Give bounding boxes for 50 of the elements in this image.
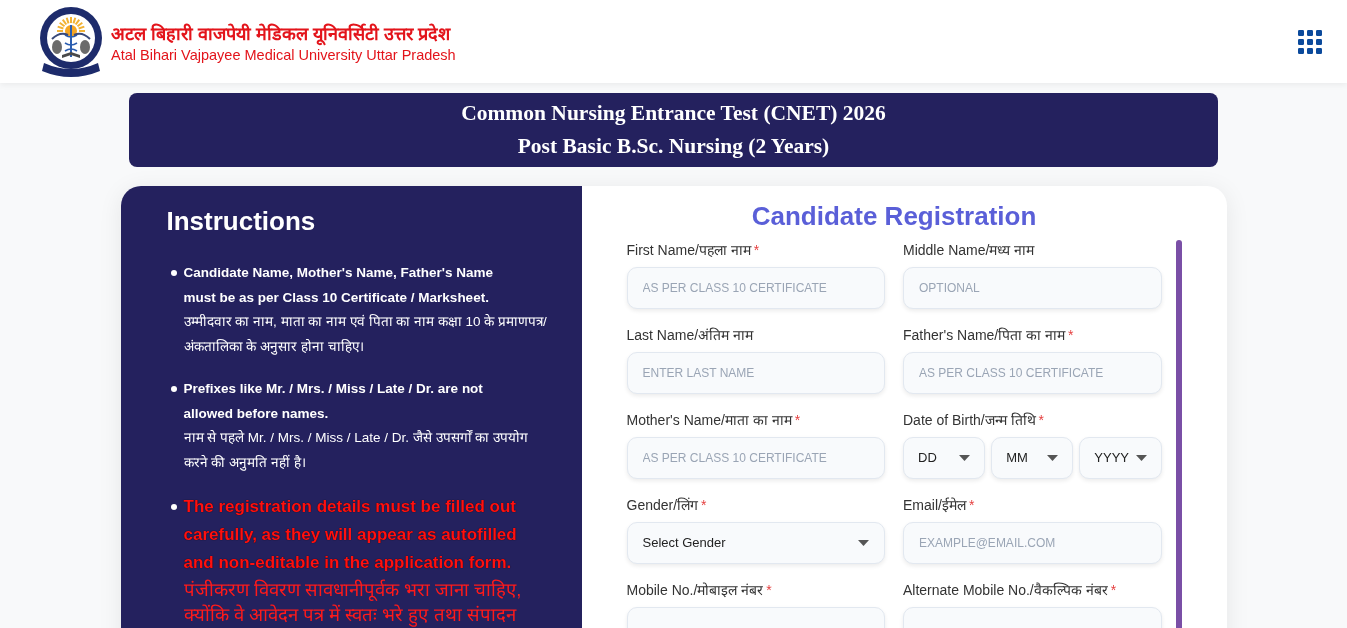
university-title-hindi: अटल बिहारी वाजपेयी मेडिकल यूनिवर्सिटी उत्तर प्रदेश: [111, 22, 452, 46]
field-label: Mother's Name/माता का नाम: [626, 411, 792, 430]
caret-icon: [858, 540, 869, 546]
caret-icon: [1047, 455, 1059, 461]
required-mark: *: [766, 581, 772, 600]
field-label: Alternate Mobile No./वैकल्पिक नंबर: [903, 581, 1108, 600]
banner-title-line: Common Nursing Entrance Test (CNET) 2026: [461, 100, 886, 127]
field-label: Gender/लिंग: [626, 496, 699, 515]
field-label: Date of Birth/जन्म तिथि: [903, 411, 1036, 430]
field-label: Mobile No./मोबाइल नंबर: [626, 581, 764, 600]
instruction-text-hindi: उम्मीदवार का नाम, माता का नाम एवं पिता का नाम कक्षा 10 के प्रमाणपत्र/ अंकतालिका के अनुसार होना चाहिए।: [183, 313, 548, 357]
field-label: Father's Name/पिता का नाम: [903, 326, 1066, 345]
university-title-english: Atal Bihari Vajpayee Medical University Uttar Pradesh: [111, 46, 456, 64]
text-input[interactable]: ENTER LAST NAME: [626, 352, 885, 394]
required-mark: *: [1110, 581, 1117, 600]
required-mark: *: [968, 496, 975, 515]
caret-icon: [1135, 455, 1147, 461]
text-input[interactable]: AS PER CLASS 10 CERTIFICATE: [626, 267, 885, 309]
field-label: Last Name/अंतिम नाम: [626, 326, 753, 345]
instruction-text: The registration details must be filled out carefully, as they will appear as autofilled and non-editable in the application form.: [183, 496, 518, 574]
bullet-icon: [170, 270, 177, 276]
text-input[interactable]: AS PER CLASS 10 CERTIFICATE: [903, 352, 1162, 394]
date-part-select[interactable]: MM: [991, 437, 1074, 479]
field-label: First Name/पहला नाम: [626, 241, 751, 260]
required-mark: *: [753, 241, 760, 260]
bullet-icon: [170, 504, 177, 510]
required-mark: *: [701, 496, 707, 515]
instruction-text-hindi: पंजीकरण विवरण सावधानीपूर्वक भरा जाना चाहिए, क्योंकि वे आवेदन पत्र में स्वतः भरे हुए तथा संपादन: [183, 578, 523, 627]
instruction-text: Prefixes like Mr. / Mrs. / Miss / Late / Dr. are not allowed before names.: [183, 380, 484, 423]
banner-title-line: Post Basic B.Sc. Nursing (2 Years): [517, 133, 830, 160]
text-input[interactable]: EXAMPLE@EMAIL.COM: [903, 522, 1162, 564]
date-part-select[interactable]: DD: [903, 437, 986, 479]
caret-icon: [959, 455, 971, 461]
required-mark: *: [794, 411, 801, 430]
registration-title: Candidate Registration: [750, 200, 1038, 232]
circular-emblem-icon: [38, 4, 104, 79]
required-mark: *: [1068, 326, 1074, 345]
instruction-text: Candidate Name, Mother's Name, Father's Name must be as per Class 10 Certificate / Marksheet.: [183, 264, 494, 307]
bullet-icon: [170, 386, 177, 392]
instructions-title: Instructions: [166, 205, 317, 238]
text-input[interactable]: AS PER CLASS 10 CERTIFICATE: [626, 437, 885, 479]
field-label: Middle Name/मध्य नाम: [903, 241, 1035, 260]
instruction-text-hindi: नाम से पहले Mr. / Mrs. / Miss / Late / Dr. जैसे उपसर्गों का उपयोग करने की अनुमति नहीं है।: [183, 429, 530, 473]
date-part-select[interactable]: YYYY: [1079, 437, 1162, 479]
text-input[interactable]: OPTIONAL: [903, 267, 1162, 309]
dropdown-select[interactable]: Select Gender: [626, 522, 885, 564]
scrollbar-thumb[interactable]: [1175, 240, 1182, 628]
grid-menu-icon[interactable]: [1298, 29, 1322, 54]
required-mark: *: [1038, 411, 1045, 430]
field-label: Email/ईमेल: [903, 496, 966, 515]
